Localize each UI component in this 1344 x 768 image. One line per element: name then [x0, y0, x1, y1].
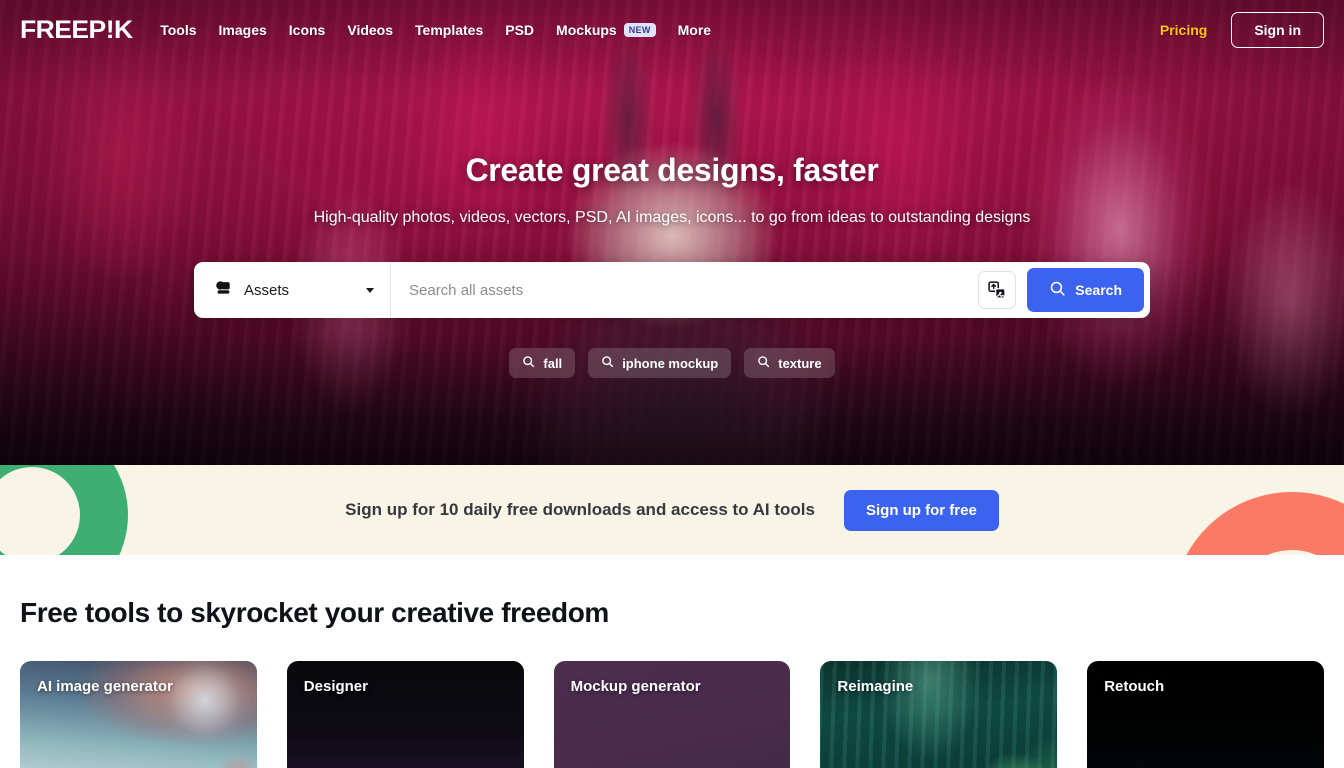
new-badge: NEW	[623, 23, 656, 37]
search-bar: Assets Search all assets Search	[194, 262, 1150, 318]
tool-card-mockup-generator[interactable]: Mockup generator	[553, 661, 791, 768]
search-icon	[522, 355, 535, 371]
nav-item-templates[interactable]: Templates	[415, 22, 483, 38]
nav-item-label: Mockups	[556, 22, 617, 38]
nav-item-images[interactable]: Images	[219, 22, 267, 38]
tool-card-retouch[interactable]: Retouch	[1087, 661, 1324, 768]
suggestion-chip-texture[interactable]: texture	[744, 348, 835, 378]
nav-item-label: Icons	[288, 22, 326, 38]
search-button[interactable]: Search	[1027, 268, 1144, 312]
decorative-green-ring	[0, 465, 128, 555]
search-icon	[601, 355, 614, 371]
tool-card-designer[interactable]: Designer	[286, 661, 524, 768]
assets-icon	[214, 278, 233, 302]
decorative-coral-ring	[1172, 492, 1344, 555]
search-icon	[1049, 280, 1066, 300]
free-tools-section: Free tools to skyrocket your creative fr…	[0, 555, 1344, 768]
nav-item-tools[interactable]: Tools	[160, 22, 196, 38]
nav-item-label: Images	[218, 22, 267, 38]
card-title: Designer	[303, 678, 368, 695]
card-title: AI image generator	[37, 678, 173, 695]
search-button-label: Search	[1075, 282, 1122, 298]
tool-cards-row: AI image generator Designer Mockup gener…	[20, 661, 1324, 768]
signup-banner: Sign up for 10 daily free downloads and …	[0, 465, 1344, 555]
hero-title: Create great designs, faster	[465, 152, 879, 188]
site-header: FREEP!K Tools Images Icons Videos Templa…	[0, 0, 1344, 60]
nav-item-psd[interactable]: PSD	[505, 22, 534, 38]
section-title: Free tools to skyrocket your creative fr…	[20, 597, 609, 628]
suggestion-label: fall	[543, 355, 563, 371]
nav-item-label: Tools	[160, 22, 197, 38]
search-suggestions: fall iphone mockup texture	[509, 348, 835, 378]
image-upload-search-button[interactable]	[978, 271, 1017, 309]
main-navigation: Tools Images Icons Videos Templates PSD …	[160, 22, 711, 38]
tool-card-reimagine[interactable]: Reimagine	[820, 661, 1058, 768]
asset-type-dropdown[interactable]: Assets	[194, 262, 391, 318]
search-input[interactable]	[391, 263, 979, 317]
asset-type-value: Assets	[244, 281, 290, 299]
card-title: Retouch	[1104, 678, 1165, 695]
hero-section: FREEP!K Tools Images Icons Videos Templa…	[0, 0, 1344, 465]
signup-banner-content: Sign up for 10 daily free downloads and …	[345, 489, 999, 531]
card-title: Reimagine	[837, 678, 914, 695]
signup-banner-text: Sign up for 10 daily free downloads and …	[345, 500, 815, 519]
freepik-logo[interactable]: FREEP!K	[20, 16, 133, 45]
sign-up-for-free-button[interactable]: Sign up for free	[843, 489, 999, 531]
pricing-link[interactable]: Pricing	[1160, 22, 1207, 38]
nav-item-label: More	[677, 22, 712, 38]
card-title: Mockup generator	[570, 678, 701, 695]
nav-item-label: Templates	[415, 22, 484, 38]
nav-item-videos[interactable]: Videos	[347, 22, 393, 38]
suggestion-label: iphone mockup	[622, 355, 719, 371]
nav-item-label: Videos	[347, 22, 394, 38]
sign-in-button[interactable]: Sign in	[1231, 12, 1324, 48]
suggestion-chip-iphone-mockup[interactable]: iphone mockup	[588, 348, 732, 378]
search-icon	[757, 355, 770, 371]
chevron-down-icon	[366, 287, 374, 293]
nav-item-icons[interactable]: Icons	[289, 22, 326, 38]
hero-subtitle: High-quality photos, videos, vectors, PS…	[313, 209, 1031, 226]
nav-item-mockups[interactable]: Mockups NEW	[556, 22, 656, 38]
nav-item-label: PSD	[505, 22, 535, 38]
nav-item-more[interactable]: More	[678, 22, 711, 38]
suggestion-label: texture	[778, 355, 822, 371]
tool-card-ai-image-generator[interactable]: AI image generator	[20, 661, 257, 768]
suggestion-chip-fall[interactable]: fall	[509, 348, 576, 378]
hero-content: Create great designs, faster High-qualit…	[0, 0, 1344, 465]
header-actions: Pricing Sign in	[1160, 12, 1324, 48]
